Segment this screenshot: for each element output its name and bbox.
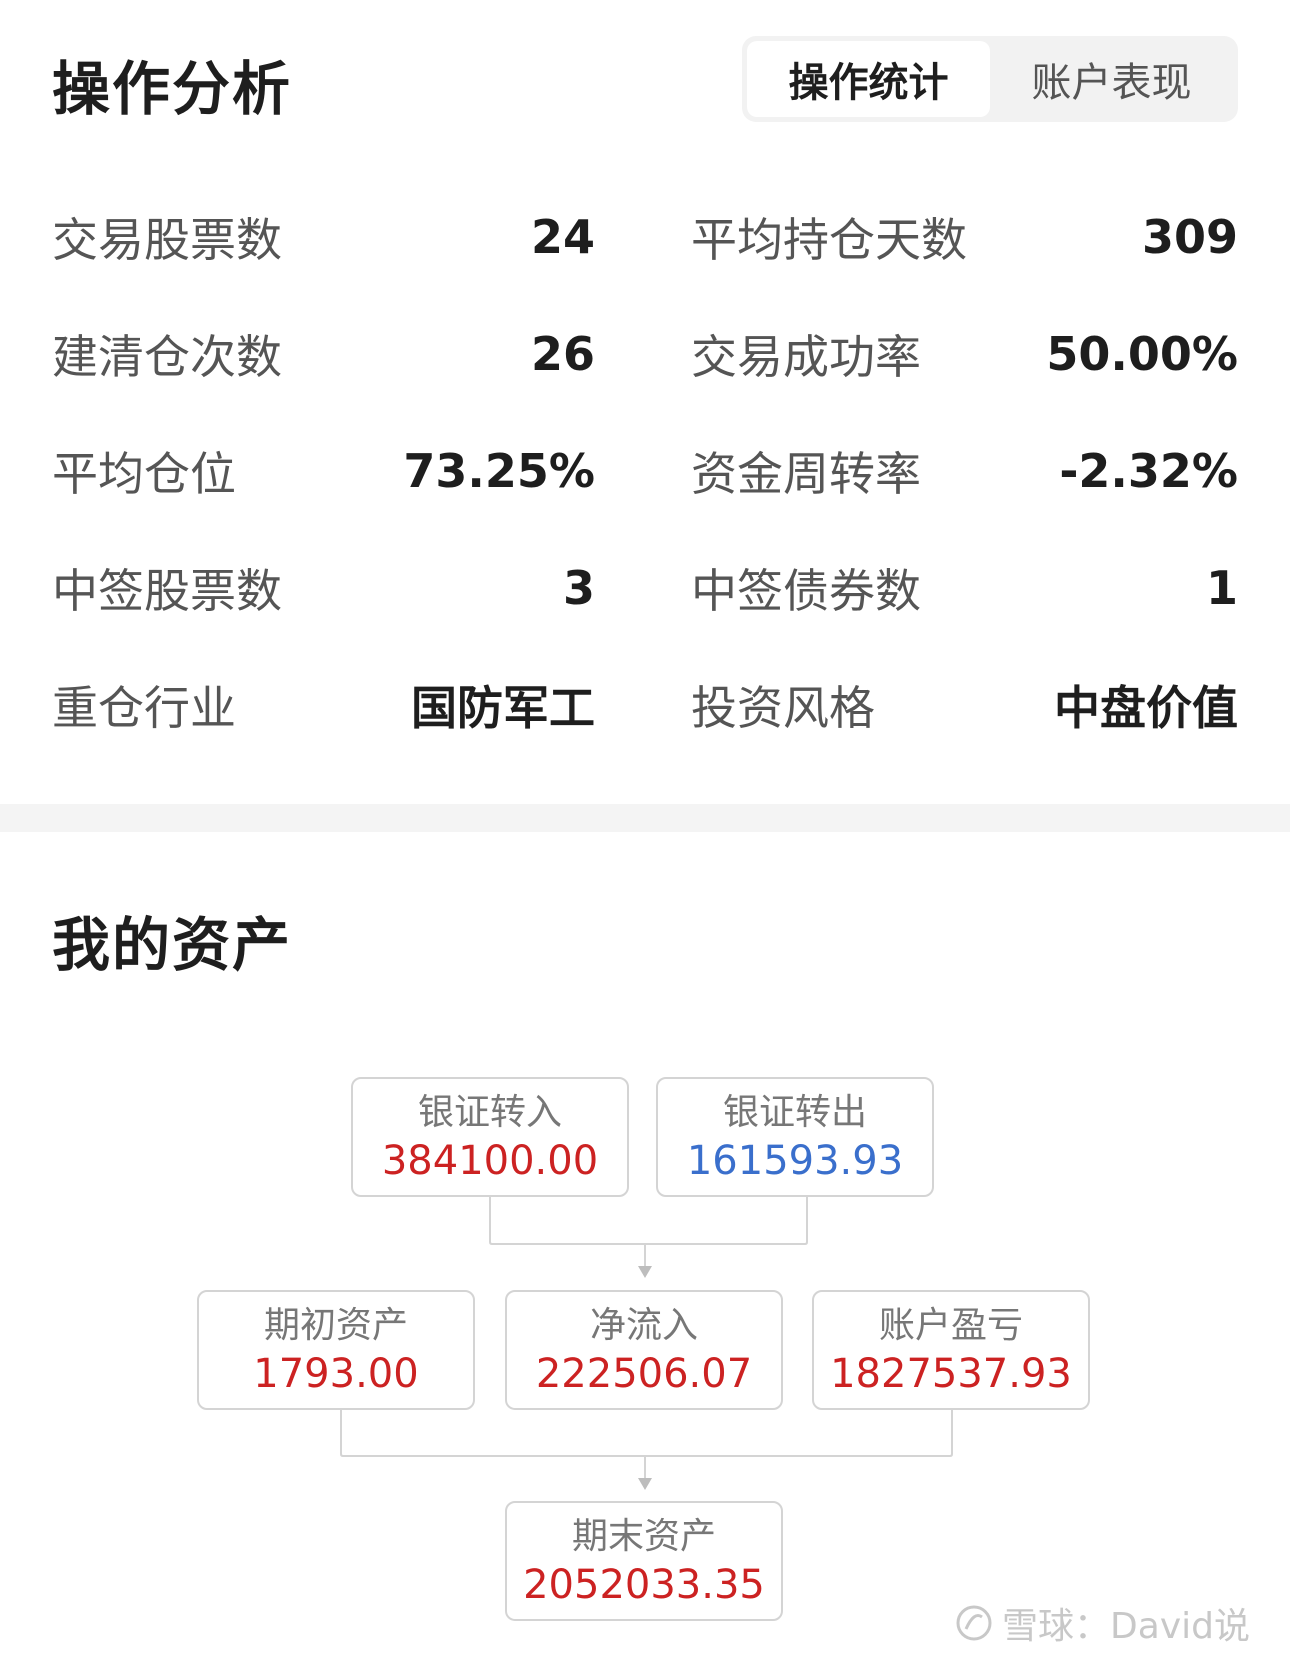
asset-flow-diagram: 银证转入 384100.00 银证转出 161593.93 期初资产 1793.… bbox=[0, 1070, 1290, 1630]
stat-row: 交易股票数 24 平均持仓天数 309 bbox=[52, 178, 1238, 295]
box-label: 净流入 bbox=[589, 1305, 698, 1346]
box-label: 期末资产 bbox=[571, 1516, 716, 1557]
arrow-down-icon bbox=[638, 1266, 652, 1278]
box-label: 银证转出 bbox=[722, 1092, 867, 1133]
account-pnl-box[interactable]: 账户盈亏 1827537.93 bbox=[812, 1290, 1090, 1410]
watermark-text: 雪球：David说 bbox=[1002, 1606, 1250, 1647]
stat-value: 50.00% bbox=[1046, 326, 1238, 381]
section-divider bbox=[0, 804, 1290, 832]
watermark: 雪球：David说 bbox=[954, 1597, 1250, 1649]
box-value: 222506.07 bbox=[535, 1351, 753, 1397]
end-assets-box[interactable]: 期末资产 2052033.35 bbox=[505, 1501, 783, 1621]
stat-cell: 平均仓位 73.25% bbox=[52, 438, 645, 504]
stat-value: 国防军工 bbox=[411, 680, 595, 735]
stat-cell: 建清仓次数 26 bbox=[52, 321, 645, 387]
stat-label: 重仓行业 bbox=[52, 680, 236, 735]
stat-row: 平均仓位 73.25% 资金周转率 -2.32% bbox=[52, 412, 1238, 529]
stat-label: 中签股票数 bbox=[52, 563, 282, 618]
stat-cell: 重仓行业 国防军工 bbox=[52, 672, 645, 738]
stat-label: 资金周转率 bbox=[691, 446, 921, 501]
stat-value: 1 bbox=[1205, 560, 1238, 615]
connector-line bbox=[489, 1197, 808, 1245]
stat-cell: 投资风格 中盘价值 bbox=[645, 672, 1238, 738]
stat-cell: 交易成功率 50.00% bbox=[645, 321, 1238, 387]
stat-cell: 交易股票数 24 bbox=[52, 204, 645, 270]
box-value: 384100.00 bbox=[381, 1138, 599, 1184]
stat-cell: 中签债券数 1 bbox=[645, 555, 1238, 621]
stat-label: 中签债券数 bbox=[691, 563, 921, 618]
begin-assets-box[interactable]: 期初资产 1793.00 bbox=[197, 1290, 475, 1410]
stat-value: 309 bbox=[1141, 209, 1238, 264]
bank-in-box[interactable]: 银证转入 384100.00 bbox=[351, 1077, 629, 1197]
stat-value: 3 bbox=[562, 560, 595, 615]
stat-label: 交易股票数 bbox=[52, 212, 282, 267]
stats-grid: 交易股票数 24 平均持仓天数 309 建清仓次数 26 交易成功率 50.00… bbox=[52, 178, 1238, 763]
my-assets-title: 我的资产 bbox=[52, 911, 293, 979]
stat-cell: 平均持仓天数 309 bbox=[645, 204, 1238, 270]
stat-label: 建清仓次数 bbox=[52, 329, 282, 384]
stat-value: 73.25% bbox=[403, 443, 595, 498]
arrow-down-icon bbox=[638, 1478, 652, 1490]
box-label: 银证转入 bbox=[417, 1092, 562, 1133]
box-label: 账户盈亏 bbox=[878, 1305, 1023, 1346]
stat-row: 中签股票数 3 中签债券数 1 bbox=[52, 529, 1238, 646]
stat-label: 平均持仓天数 bbox=[691, 212, 967, 267]
box-value: 2052033.35 bbox=[523, 1562, 765, 1608]
stat-label: 投资风格 bbox=[691, 680, 875, 735]
connector-line bbox=[340, 1410, 953, 1457]
box-value: 1793.00 bbox=[253, 1351, 419, 1397]
stat-cell: 中签股票数 3 bbox=[52, 555, 645, 621]
stat-label: 平均仓位 bbox=[52, 446, 236, 501]
snowball-logo-icon bbox=[956, 1605, 992, 1641]
box-value: 1827537.93 bbox=[830, 1351, 1072, 1397]
segmented-control: 操作统计 账户表现 bbox=[742, 36, 1238, 122]
stat-label: 交易成功率 bbox=[691, 329, 921, 384]
stat-row: 重仓行业 国防军工 投资风格 中盘价值 bbox=[52, 646, 1238, 763]
tab-operation-stats[interactable]: 操作统计 bbox=[747, 41, 990, 117]
stat-value: -2.32% bbox=[1059, 443, 1238, 498]
stat-value: 24 bbox=[530, 209, 595, 264]
box-value: 161593.93 bbox=[686, 1138, 904, 1184]
net-inflow-box[interactable]: 净流入 222506.07 bbox=[505, 1290, 783, 1410]
tab-account-performance[interactable]: 账户表现 bbox=[990, 41, 1233, 117]
stat-value: 中盘价值 bbox=[1054, 680, 1238, 735]
stat-cell: 资金周转率 -2.32% bbox=[645, 438, 1238, 504]
operation-analysis-title: 操作分析 bbox=[52, 55, 293, 123]
stat-value: 26 bbox=[530, 326, 595, 381]
bank-out-box[interactable]: 银证转出 161593.93 bbox=[656, 1077, 934, 1197]
box-label: 期初资产 bbox=[263, 1305, 408, 1346]
stat-row: 建清仓次数 26 交易成功率 50.00% bbox=[52, 295, 1238, 412]
